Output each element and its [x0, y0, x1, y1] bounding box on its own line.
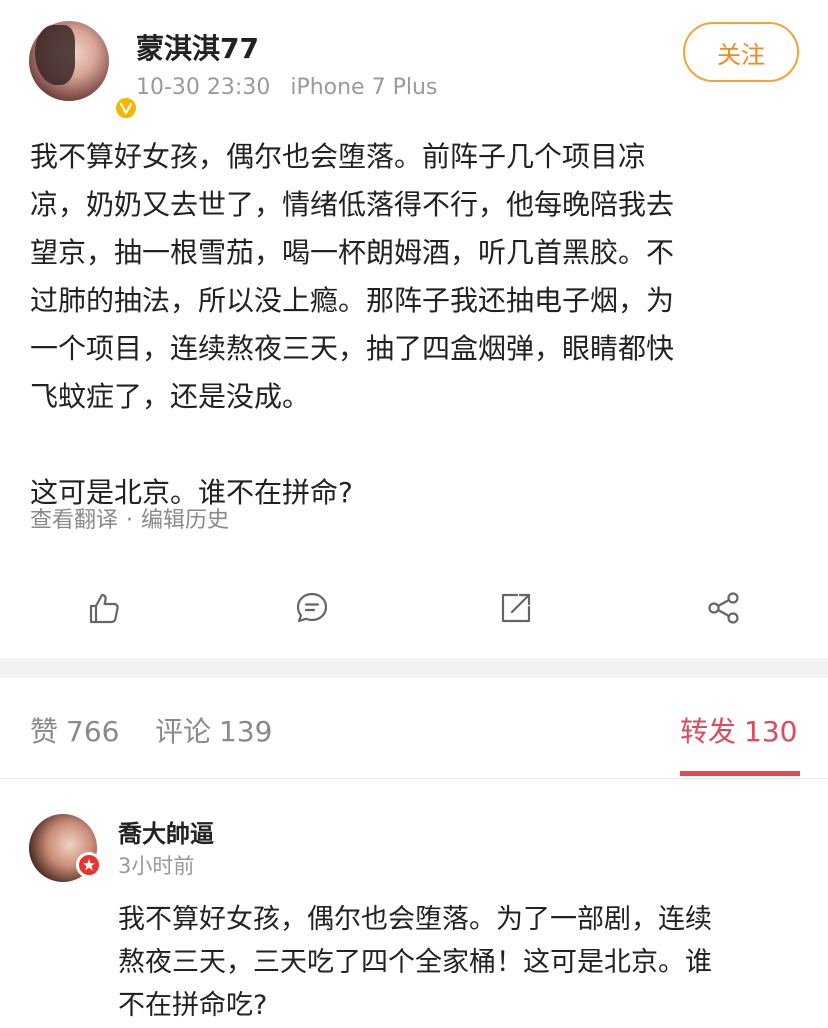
section-divider	[0, 658, 828, 678]
post-body: 我不算好女孩，偶尔也会堕落。前阵子几个项目凉 凉，奶奶又去世了，情绪低落得不行，…	[30, 133, 790, 517]
post-body-line: 一个项目，连续熬夜三天，抽了四盒烟弹，眼睛都快	[30, 332, 675, 365]
comment-line: 我不算好女孩，偶尔也会堕落。为了一部剧，连续	[118, 904, 712, 935]
comment-button[interactable]	[290, 588, 334, 632]
post-body-line: 望京，抽一根雪茄，喝一杯朗姆酒，听几首黑胶。不	[30, 236, 675, 269]
thumbs-up-icon	[86, 590, 122, 630]
comment-icon	[294, 590, 330, 630]
edit-history-link[interactable]: 编辑历史	[141, 508, 229, 533]
share-button[interactable]	[702, 588, 746, 632]
comment-line: 熬夜三天，三天吃了四个全家桶！这可是北京。谁	[118, 947, 712, 978]
tab-likes[interactable]: 赞 766	[30, 710, 119, 750]
comments-label: 评论	[155, 715, 212, 748]
post-tools: 查看翻译 · 编辑历史	[30, 502, 229, 534]
repost-button[interactable]	[494, 588, 538, 632]
author-name[interactable]: 蒙淇淇77	[136, 27, 259, 67]
red-badge-icon	[76, 852, 102, 878]
avatar-hair-shape	[35, 25, 75, 85]
repost-icon	[498, 590, 534, 630]
post-body-line: 过肺的抽法，所以没上瘾。那阵子我还抽电子烟，为	[30, 284, 675, 317]
repost-item: 喬大帥逼 3小时前 我不算好女孩，偶尔也会堕落。为了一部剧，连续 熬夜三天，三天…	[0, 800, 828, 1028]
commenter-name[interactable]: 喬大帥逼	[118, 814, 214, 849]
post-body-line: 飞蚊症了，还是没成。	[30, 380, 311, 413]
comment-line: 不在拼命吃?	[118, 990, 268, 1021]
post-meta: 10-30 23:30 iPhone 7 Plus	[136, 75, 437, 100]
comment-text: 我不算好女孩，偶尔也会堕落。为了一部剧，连续 熬夜三天，三天吃了四个全家桶！这可…	[118, 898, 808, 1027]
separator-dot: ·	[126, 508, 134, 533]
translate-link[interactable]: 查看翻译	[30, 508, 118, 533]
post-body-line: 凉，奶奶又去世了，情绪低落得不行，他每晚陪我去	[30, 188, 675, 221]
likes-label: 赞	[30, 715, 59, 748]
post-body-line: 我不算好女孩，偶尔也会堕落。前阵子几个项目凉	[30, 140, 647, 173]
tab-reposts[interactable]: 转发 130	[680, 710, 797, 750]
share-icon	[706, 590, 742, 630]
post-time: 10-30 23:30	[136, 75, 271, 100]
like-button[interactable]	[82, 588, 126, 632]
reposts-label: 转发	[680, 715, 737, 748]
author-avatar[interactable]	[29, 21, 139, 121]
likes-count: 766	[66, 715, 120, 748]
comment-time: 3小时前	[118, 854, 195, 878]
reposts-count: 130	[744, 715, 798, 748]
stats-tabs: 赞 766 评论 139 转发 130	[0, 680, 828, 779]
tab-comments[interactable]: 评论 139	[155, 710, 272, 750]
post-header: 蒙淇淇77 10-30 23:30 iPhone 7 Plus 关注	[0, 0, 828, 121]
post-device: iPhone 7 Plus	[290, 75, 438, 100]
comments-count: 139	[219, 715, 273, 748]
follow-button[interactable]: 关注	[683, 22, 799, 82]
active-tab-indicator	[680, 771, 800, 776]
action-bar	[0, 582, 828, 638]
